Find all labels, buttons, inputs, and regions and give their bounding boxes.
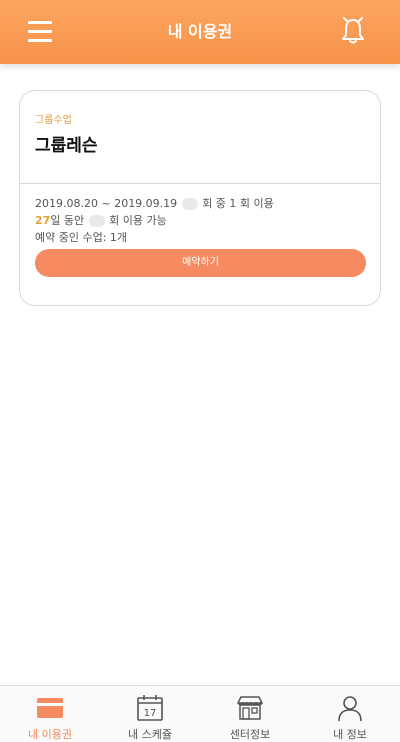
tab-my-schedule[interactable]: 17 내 스케쥴 [100, 686, 200, 741]
redacted-count [88, 215, 105, 227]
ticket-card-header: 그룹수업 그룹레슨 [20, 91, 380, 184]
card-icon [37, 698, 63, 718]
redacted-count [181, 198, 198, 210]
store-icon [237, 696, 263, 720]
ticket-period: 2019.08.20 ~ 2019.09.19 회 중 1 회 이용 [35, 195, 274, 211]
days-remaining: 27 [35, 214, 51, 227]
calendar-day: 17 [144, 708, 157, 719]
ticket-card[interactable]: 그룹수업 그룹레슨 2019.08.20 ~ 2019.09.19 회 중 1 … [19, 90, 381, 306]
available-label: 회 이용 가능 [109, 214, 167, 227]
tab-my-tickets[interactable]: 내 이용권 [0, 686, 100, 741]
reserve-button[interactable]: 예약하기 [35, 249, 366, 277]
calendar-icon: 17 [137, 695, 163, 721]
ticket-period-dates: 2019.08.20 ~ 2019.09.19 [35, 197, 178, 210]
tab-my-info[interactable]: 내 정보 [300, 686, 400, 741]
ticket-availability: 27일 동안 회 이용 가능 [35, 212, 167, 228]
person-icon [338, 696, 362, 722]
reservation-status: 예약 중인 수업: 1개 [35, 231, 128, 244]
app-header: 내 이용권 [0, 0, 400, 64]
ticket-usage-count: 회 중 1 회 이용 [202, 197, 274, 210]
ticket-name: 그룹레슨 [35, 136, 98, 156]
tab-center-info[interactable]: 센터정보 [200, 686, 300, 741]
bell-icon[interactable] [338, 16, 368, 46]
ticket-category: 그룹수업 [35, 115, 72, 126]
days-label: 일 동안 [50, 214, 85, 227]
bottom-tab-bar: 내 이용권 17 내 스케쥴 센터정보 내 정보 [0, 685, 400, 741]
